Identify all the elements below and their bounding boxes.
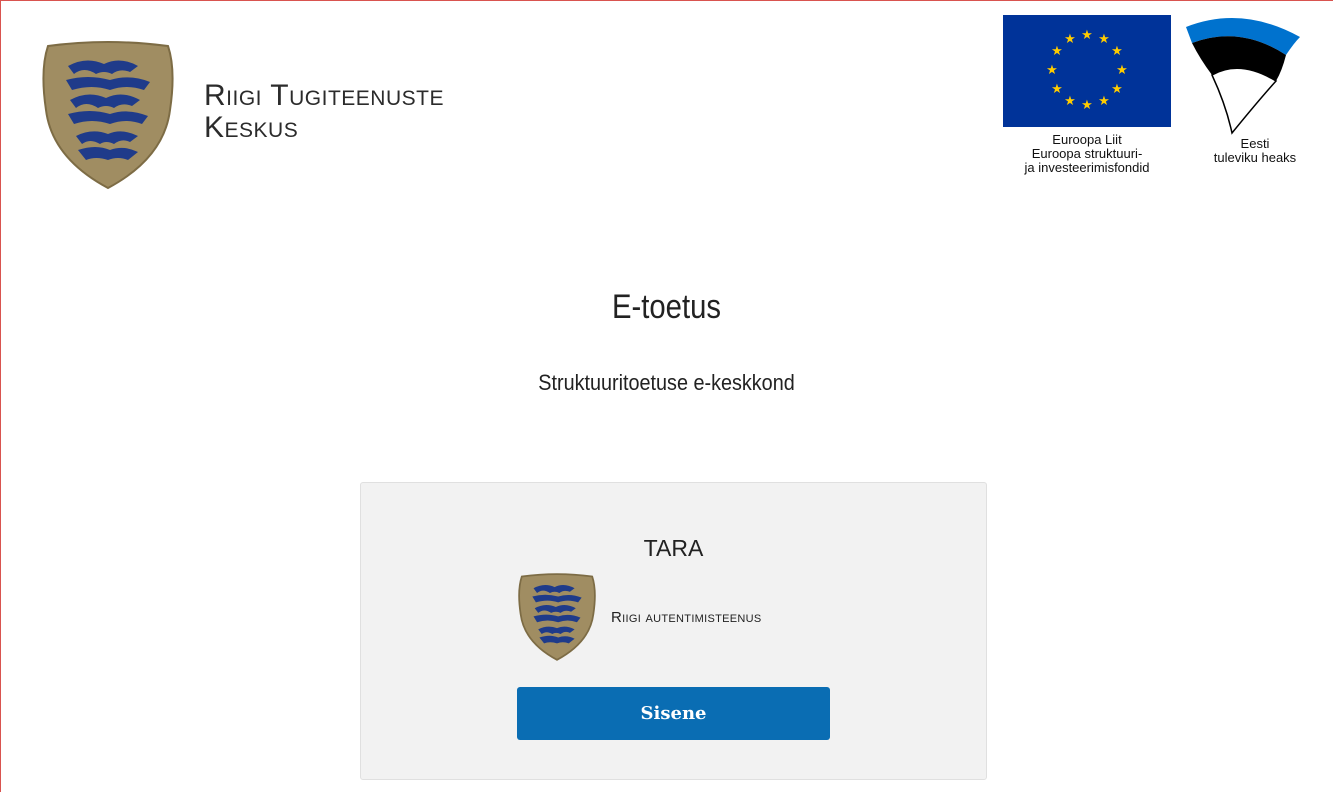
svg-text:★: ★ <box>1116 63 1128 78</box>
svg-text:★: ★ <box>1046 63 1058 78</box>
org-name-line2: Keskus <box>204 111 299 144</box>
login-card: TARA Riigi autentimisteenus Sisene <box>360 482 987 780</box>
eu-caption-line2: Euroopa struktuuri- <box>1031 146 1143 161</box>
coat-of-arms-icon <box>42 41 174 190</box>
ee-caption-line1: Eesti <box>1240 136 1270 151</box>
org-name: Riigi Tugiteenuste Keskus <box>204 80 444 144</box>
enter-button[interactable]: Sisene <box>517 687 830 740</box>
svg-text:★: ★ <box>1081 28 1093 43</box>
org-logo: Riigi Tugiteenuste Keskus <box>40 40 444 190</box>
eu-funds-logo: ★ ★ ★ ★ ★ ★ ★ ★ ★ ★ ★ ★ Euroopa Liit Eur… <box>1003 15 1171 175</box>
estonian-flag-icon <box>1186 18 1300 135</box>
svg-text:★: ★ <box>1051 44 1063 59</box>
tara-service-label: Riigi autentimisteenus <box>611 608 762 626</box>
eu-caption: Euroopa Liit Euroopa struktuuri- ja inve… <box>1003 133 1171 175</box>
tara-service: Riigi autentimisteenus <box>517 573 762 661</box>
estonia-future-logo: Eesti tuleviku heaks <box>1180 15 1330 165</box>
eu-flag-icon: ★ ★ ★ ★ ★ ★ ★ ★ ★ ★ ★ ★ <box>1003 15 1171 127</box>
login-provider-title: TARA <box>643 535 704 561</box>
coat-of-arms-icon <box>518 573 596 661</box>
svg-text:★: ★ <box>1064 94 1076 109</box>
ee-caption-line2: tuleviku heaks <box>1213 150 1297 165</box>
page-title: E-toetus <box>612 288 721 326</box>
svg-text:★: ★ <box>1098 32 1110 47</box>
org-name-line1: Riigi Tugiteenuste <box>204 79 444 112</box>
svg-text:★: ★ <box>1111 82 1123 97</box>
svg-text:★: ★ <box>1051 82 1063 97</box>
svg-text:★: ★ <box>1111 44 1123 59</box>
svg-text:★: ★ <box>1064 32 1076 47</box>
eu-caption-line1: Euroopa Liit <box>1052 132 1122 147</box>
svg-text:★: ★ <box>1081 98 1093 113</box>
eu-caption-line3: ja investeerimisfondid <box>1024 160 1150 175</box>
page-subtitle: Struktuuritoetuse e-keskkond <box>538 370 795 395</box>
svg-text:★: ★ <box>1098 94 1110 109</box>
ee-caption: Eesti tuleviku heaks <box>1180 137 1330 165</box>
